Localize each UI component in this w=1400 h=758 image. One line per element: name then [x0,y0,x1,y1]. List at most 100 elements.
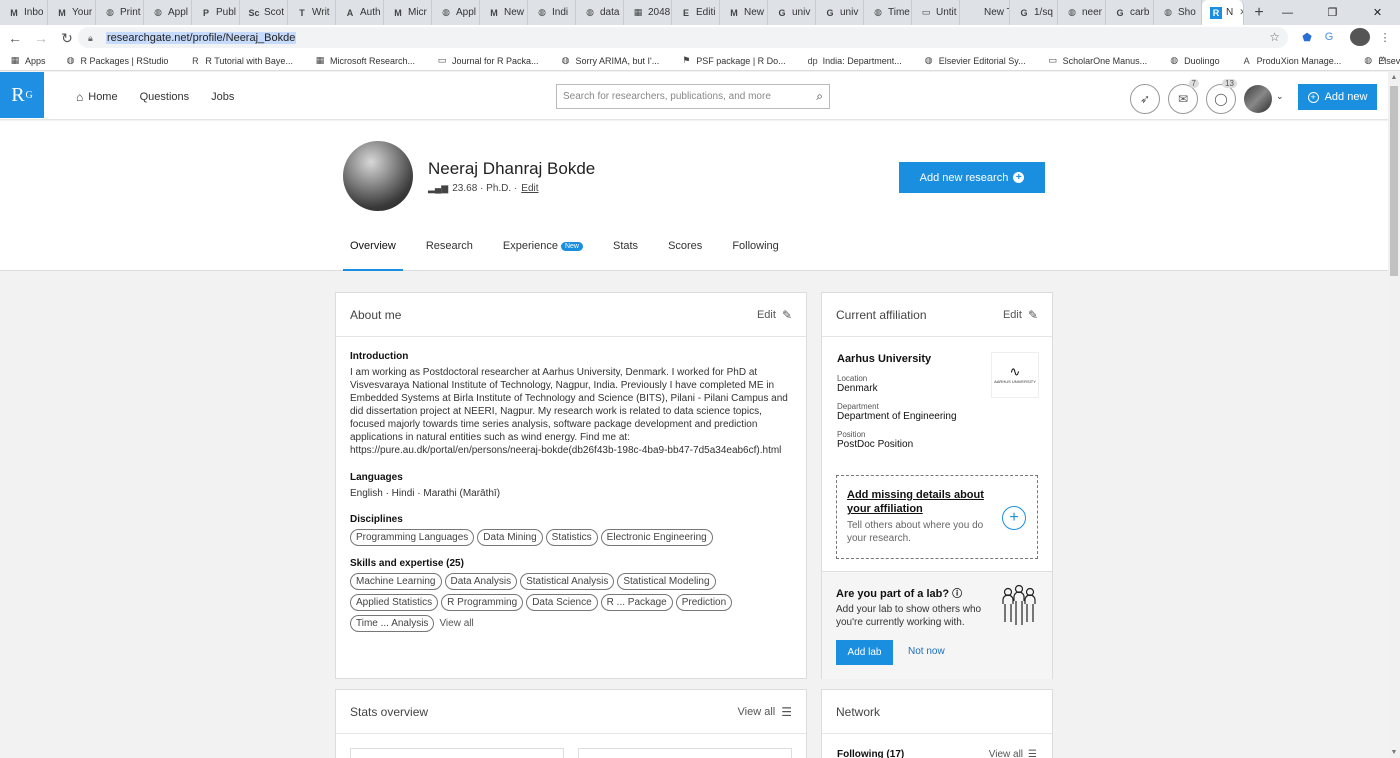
scroll-up-icon[interactable]: ▲ [1390,74,1398,81]
stats-view-all-button[interactable]: View all ☰ [738,705,792,719]
browser-tab[interactable]: ◍ data [576,0,624,25]
bookmark-star-icon[interactable]: ☆ [1269,30,1280,44]
menu-kebab-icon[interactable]: ⋮ [1376,28,1394,46]
browser-tab[interactable]: ◍ Print [96,0,144,25]
browser-tab[interactable]: M New [480,0,528,25]
forward-icon[interactable]: → [30,27,52,49]
network-view-all-button[interactable]: View all ☰ [989,749,1037,758]
user-avatar[interactable] [1244,85,1272,113]
page-scrollbar[interactable]: ▲ ▼ [1388,72,1400,758]
url-text[interactable]: researchgate.net/profile/Neeraj_Bokde [106,31,297,44]
skill-chip[interactable]: Statistical Analysis [520,573,615,590]
bookmark-item[interactable]: A ProduXion Manage... [1242,56,1342,66]
skill-chip[interactable]: Data Mining [477,529,543,546]
browser-tab[interactable]: ◍ Appl [432,0,480,25]
browser-tab[interactable]: ◍ neer [1058,0,1106,25]
rg-logo[interactable]: RG [0,72,44,118]
browser-tab[interactable]: M Your [48,0,96,25]
scroll-down-icon[interactable]: ▼ [1390,749,1398,756]
browser-tab[interactable]: Guniv [768,0,816,25]
apps-bookmark[interactable]: ▦ Apps [10,55,46,66]
tab-following[interactable]: Following [725,233,785,271]
nav-questions[interactable]: Questions [140,90,190,104]
add-missing-title[interactable]: Add missing details about your affiliati… [847,488,995,516]
skill-chip[interactable]: Prediction [675,594,733,611]
browser-tab[interactable]: G 1/sq [1010,0,1058,25]
extension-icon[interactable]: ⬟ [1298,28,1316,46]
address-bar[interactable]: 🔒︎ researchgate.net/profile/Neeraj_Bokde… [78,27,1288,48]
edit-profile-link[interactable]: Edit [521,183,538,194]
nav-jobs[interactable]: Jobs [211,90,234,104]
add-new-research-button[interactable]: Add new research + [899,162,1045,193]
search-input[interactable]: Search for researchers, publications, an… [556,84,830,109]
browser-tab[interactable]: T Writ [288,0,336,25]
browser-tab[interactable]: New Tab [960,0,1010,25]
skill-chip[interactable]: Statistics [545,529,598,546]
profile-avatar-icon[interactable] [1350,28,1370,46]
reload-icon[interactable]: ↻ [56,27,78,49]
bookmark-item[interactable]: ◍ Sorry ARIMA, but I'... [561,55,660,66]
bookmark-item[interactable]: ▭ Journal for R Packa... [437,55,539,66]
skill-chip[interactable]: R ... Package [600,594,673,611]
notification-icon[interactable]: ◯ 13 [1206,79,1237,114]
skill-chip[interactable]: Statistical Modeling [617,573,716,590]
browser-tab[interactable]: E Editi [672,0,720,25]
tab-experience[interactable]: Experience New [496,233,590,271]
rocket-icon[interactable]: ➶ [1130,84,1160,114]
tab-stats[interactable]: Stats [606,233,645,271]
minimize-button[interactable]: — [1265,0,1310,25]
search-icon[interactable]: ⌕ [816,89,823,104]
browser-tab[interactable]: ◍ Appl [144,0,192,25]
skills-view-all-link[interactable]: View all [437,615,475,636]
tab-overview[interactable]: Overview [343,233,403,271]
tab-scores[interactable]: Scores [661,233,709,271]
bookmark-item[interactable]: ◍ Duolingo [1169,55,1219,66]
tab-research[interactable]: Research [419,233,480,271]
browser-tab[interactable]: M New [720,0,768,25]
bookmark-item[interactable]: ▦ Microsoft Research... [315,55,415,66]
bookmark-item[interactable]: ▭ ScholarOne Manus... [1048,55,1147,66]
skill-chip[interactable]: Electronic Engineering [600,529,713,546]
browser-tab[interactable]: Guniv [816,0,864,25]
browser-tab[interactable]: P Publ [192,0,240,25]
browser-tab[interactable]: ◍ Indi [528,0,576,25]
mail-icon[interactable]: ✉ 7 [1168,79,1199,114]
nav-home[interactable]: ⌂ Home [76,90,118,104]
extension-g-icon[interactable]: G [1320,28,1338,46]
bookmark-item[interactable]: ◍ Elsevier Editorial Sy... [924,55,1026,66]
skill-chip[interactable]: R Programming [441,594,524,611]
browser-tab[interactable]: M Micr [384,0,432,25]
add-new-button[interactable]: + Add new [1298,84,1377,110]
bookmark-item[interactable]: R R Tutorial with Baye... [190,56,293,66]
scrollbar-thumb[interactable] [1390,86,1398,276]
university-name[interactable]: Aarhus University [837,353,931,365]
plus-circle-icon[interactable]: + [1002,506,1026,530]
browser-tab[interactable]: A Auth [336,0,384,25]
bookmark-item[interactable]: ◍ R Packages | RStudio [66,55,169,66]
chevron-down-icon[interactable]: ⌄ [1276,91,1284,102]
skill-chip[interactable]: Data Science [526,594,598,611]
skill-chip[interactable]: Programming Languages [350,529,475,546]
add-missing-affiliation-box[interactable]: Add missing details about your affiliati… [836,475,1038,559]
browser-tab[interactable]: ◍ Time [864,0,912,25]
browser-tab-active[interactable]: RN✕ [1202,0,1244,25]
close-window-button[interactable]: ✕ [1355,0,1400,25]
bookmark-item[interactable]: dp India: Department... [808,56,902,66]
restore-button[interactable]: ❐ [1310,0,1355,25]
add-lab-button[interactable]: Add lab [836,640,893,665]
skill-chip[interactable]: Data Analysis [444,573,518,590]
skill-chip[interactable]: Applied Statistics [350,594,439,611]
bookmarks-overflow-icon[interactable]: » [1380,53,1386,65]
browser-tab[interactable]: Sc Scot [240,0,288,25]
browser-tab[interactable]: M Inbo [0,0,48,25]
browser-tab[interactable]: ▭ Untit [912,0,960,25]
back-icon[interactable]: ← [4,27,26,49]
skill-chip[interactable]: Machine Learning [350,573,442,590]
edit-about-button[interactable]: Edit ✎ [757,308,792,322]
bookmark-item[interactable]: ⚑ PSF package | R Do... [681,55,785,66]
profile-photo[interactable] [343,141,413,211]
skill-chip[interactable]: Time ... Analysis [350,615,435,632]
edit-affiliation-button[interactable]: Edit ✎ [1003,308,1038,322]
browser-tab[interactable]: ◍ Sho [1154,0,1202,25]
browser-tab[interactable]: ▦ 2048 [624,0,672,25]
